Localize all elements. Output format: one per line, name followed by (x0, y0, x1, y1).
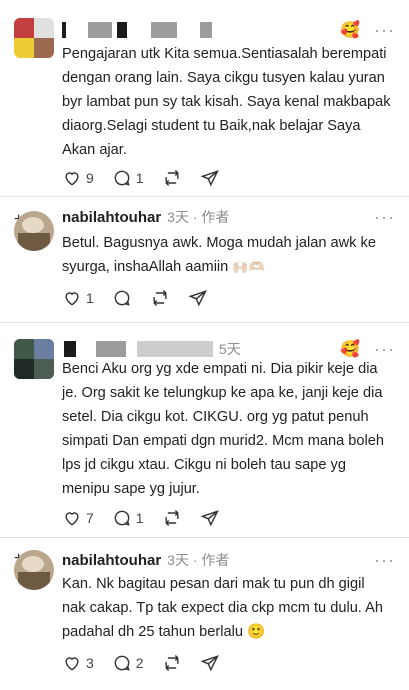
comment-emoji: 🙂 (247, 624, 266, 640)
reply-count: 2 (135, 655, 144, 671)
redacted-username (62, 21, 212, 39)
reply-button[interactable]: 1 (112, 508, 144, 528)
more-icon[interactable]: ··· (374, 551, 395, 569)
comment-icon (114, 290, 130, 306)
repost-icon (152, 289, 167, 307)
like-count: 3 (86, 655, 94, 671)
comment-text-content: Betul. Bagusnya awk. Moga mudah jalan aw… (62, 235, 376, 275)
comment-icon (114, 510, 130, 526)
comment-text: Pengajaran utk Kita semua.Sentiasalah be… (62, 46, 391, 158)
comment-text-content: Kan. Nk bagitau pesan dari mak tu pun dh… (62, 576, 383, 640)
avatar[interactable] (14, 18, 56, 60)
comment-actions: 9 1 (62, 166, 238, 190)
comment-icon (114, 655, 130, 671)
reply-count: 1 (135, 510, 144, 526)
share-icon (188, 290, 207, 307)
avatar[interactable]: + (14, 550, 56, 592)
comment-meta: 5天 (218, 341, 241, 357)
comment-meta: 3天 · 作者 (167, 552, 230, 568)
comment-emoji: 🙌🏼🫶🏼 (232, 259, 265, 274)
comment-actions: 7 1 (62, 506, 238, 530)
reply-count: 1 (135, 170, 144, 186)
comment-text: Kan. Nk bagitau pesan dari mak tu pun dh… (62, 572, 391, 644)
comment-1: 🥰 ··· Pengajaran utk Kita semua.Sentiasa… (0, 0, 409, 196)
comment-4: + nabilahtouhar 3天 · 作者 ··· Kan. Nk bagi… (0, 538, 409, 690)
like-button[interactable]: 3 (62, 653, 94, 673)
commenter-name[interactable]: nabilahtouhar (62, 552, 161, 569)
repost-button[interactable] (162, 653, 182, 673)
comment-header: nabilahtouhar 3天 · 作者 ··· (62, 207, 395, 227)
repost-button[interactable] (162, 508, 182, 528)
more-icon[interactable]: ··· (374, 21, 395, 39)
reaction-emoji: 🥰 (340, 22, 361, 39)
heart-icon (65, 292, 79, 306)
comment-text: Betul. Bagusnya awk. Moga mudah jalan aw… (62, 231, 391, 279)
share-button[interactable] (188, 288, 208, 308)
redacted-username (62, 340, 213, 358)
share-icon (200, 170, 219, 187)
comment-header: 5天 🥰 ··· (62, 339, 395, 359)
comment-header: nabilahtouhar 3天 · 作者 ··· (62, 550, 395, 570)
comment-text: Benci Aku org yg xde empati ni. Dia piki… (62, 361, 385, 497)
share-button[interactable] (200, 168, 220, 188)
share-button[interactable] (200, 653, 220, 673)
more-icon[interactable]: ··· (374, 340, 395, 358)
avatar[interactable]: + (14, 339, 56, 381)
heart-icon (65, 172, 79, 186)
share-icon (200, 510, 219, 527)
like-count: 7 (86, 510, 94, 526)
repost-icon (164, 654, 179, 672)
reply-button[interactable]: 2 (112, 653, 144, 673)
like-count: 9 (86, 170, 94, 186)
share-button[interactable] (200, 508, 220, 528)
comment-2: + nabilahtouhar 3天 · 作者 ··· Betul. Bagus… (0, 197, 409, 315)
reply-button[interactable]: 1 (112, 168, 144, 188)
like-button[interactable]: 9 (62, 168, 94, 188)
share-icon (200, 655, 219, 672)
commenter-name[interactable]: nabilahtouhar (62, 209, 161, 226)
comment-header: 🥰 ··· (62, 20, 395, 40)
comment-actions: 3 2 (62, 651, 238, 675)
repost-button[interactable] (150, 288, 170, 308)
more-icon[interactable]: ··· (374, 208, 395, 226)
repost-button[interactable] (162, 168, 182, 188)
reaction-emoji: 🥰 (340, 341, 361, 358)
comment-actions: 1 (62, 286, 226, 310)
comment-icon (114, 170, 130, 186)
comment-3: + 5天 🥰 ··· Benci Aku org yg xde empati n… (0, 323, 409, 537)
like-count: 1 (86, 290, 94, 306)
heart-icon (65, 512, 79, 526)
comment-meta: 3天 · 作者 (167, 209, 230, 225)
like-button[interactable]: 7 (62, 508, 94, 528)
repost-icon (164, 169, 179, 187)
reply-button[interactable] (112, 288, 132, 308)
heart-icon (65, 657, 79, 671)
like-button[interactable]: 1 (62, 288, 94, 308)
avatar[interactable]: + (14, 211, 56, 253)
repost-icon (164, 509, 179, 527)
